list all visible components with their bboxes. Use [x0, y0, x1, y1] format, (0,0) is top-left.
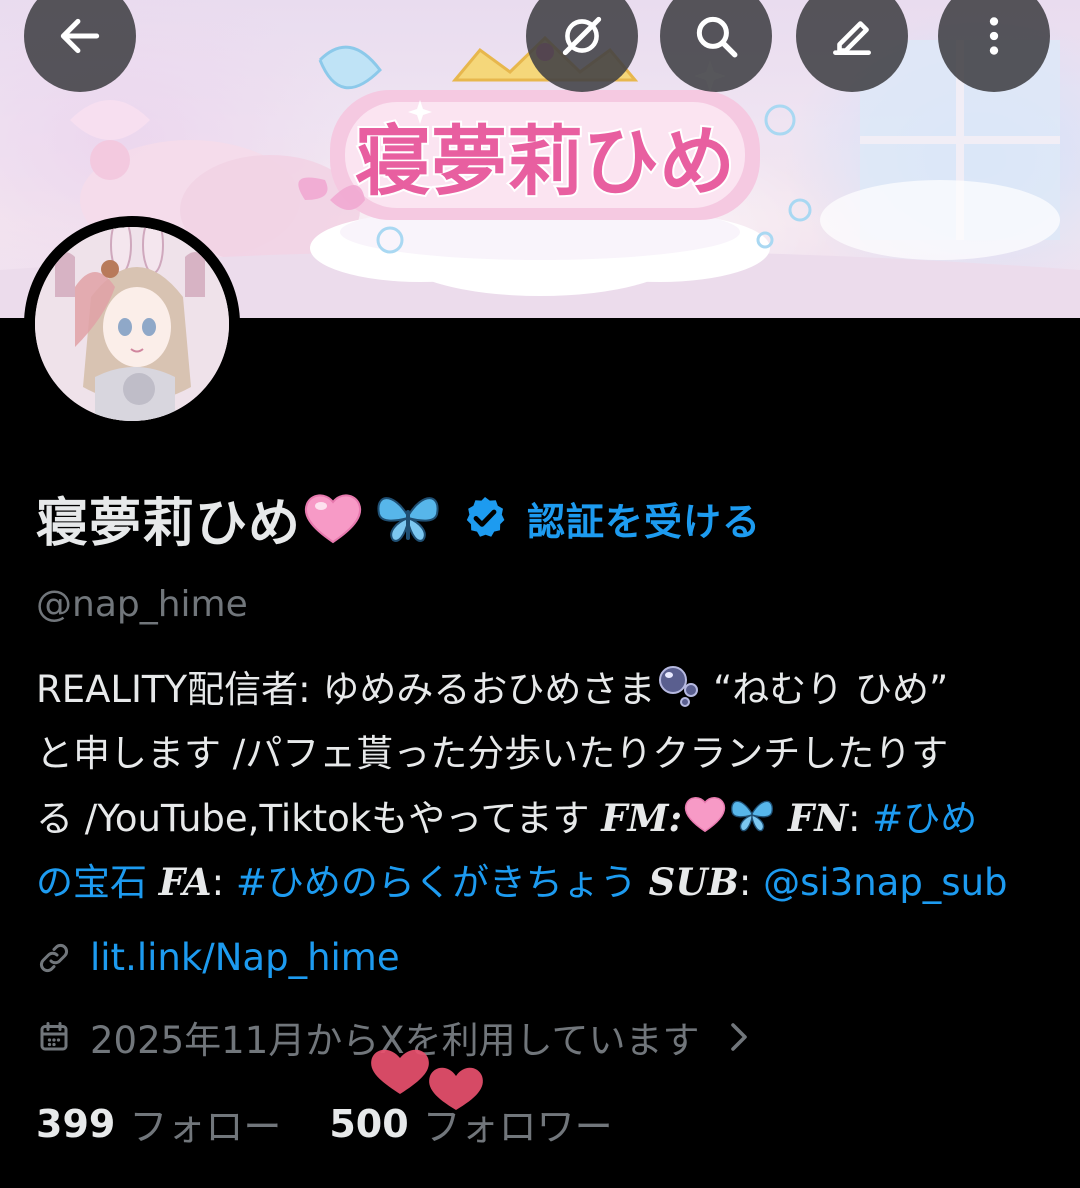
follow-stats: 399 フォロー 500 フォロワー — [36, 1096, 613, 1151]
mention-link[interactable]: @si3nap_sub — [763, 861, 1007, 904]
following-label: フォロー — [129, 1105, 282, 1149]
fm-colon: : — [668, 796, 683, 840]
more-vertical-icon — [989, 17, 999, 55]
display-name: 寝夢莉ひめ — [36, 493, 302, 554]
bubbles-icon — [659, 666, 699, 707]
following-stat[interactable]: 399 フォロー — [36, 1096, 281, 1151]
butterfly-icon — [377, 497, 439, 542]
butterfly-icon — [731, 800, 774, 832]
fn-colon: : — [848, 797, 861, 840]
profile-bio: REALITY配信者: ゆめみるおひめさま “ねむり ひめ” と申します /パフ… — [36, 658, 1046, 914]
fa-label: FA — [158, 860, 212, 904]
grok-slash-icon — [562, 16, 602, 56]
calendar-icon — [40, 1022, 68, 1051]
followers-label: フォロワー — [422, 1105, 613, 1149]
arrow-left-icon — [60, 18, 100, 54]
pencil-icon — [833, 21, 871, 55]
banner-logo-text: 寝夢莉ひめ — [355, 117, 735, 206]
chevron-right-icon — [731, 1023, 748, 1051]
following-count: 399 — [36, 1101, 116, 1146]
avatar-image — [35, 227, 229, 421]
name-row: 寝夢莉ひめ 認証を受ける — [36, 478, 761, 558]
fm-label: FM — [601, 796, 669, 840]
avatar[interactable] — [24, 216, 240, 432]
profile-page: 寝夢莉ひめ 寝夢莉ひめ 認証を受ける @nap_hime REALITY配信者:… — [0, 0, 1080, 1188]
pink-heart-icon — [305, 494, 362, 544]
get-verified-label[interactable]: 認証を受ける — [527, 491, 761, 546]
fn-label: FN — [787, 796, 849, 840]
bio-line-2: と申します /パフェ貰った分歩いたりクランチしたりす — [36, 732, 949, 775]
bio-line-3: る /YouTube,Tiktokもやってます FM: FN: #ひめ — [36, 786, 1046, 850]
bio-line-1: REALITY配信者: ゆめみるおひめさま “ねむり ひめ” — [36, 658, 1046, 722]
hashtag-link[interactable]: の宝石 — [36, 861, 147, 904]
bio-line-4: の宝石 FA: #ひめのらくがきちょう SUB: @si3nap_sub — [36, 850, 1046, 914]
pink-heart-icon — [685, 797, 726, 833]
search-icon — [696, 16, 738, 58]
bio-text: “ねむり ひめ” — [701, 668, 949, 711]
bio-text: る /YouTube,Tiktokもやってます — [36, 797, 602, 840]
followers-count: 500 — [329, 1101, 409, 1146]
verified-badge-icon — [466, 497, 505, 537]
website-link[interactable]: lit.link/Nap_hime — [90, 936, 400, 979]
profile-handle: @nap_hime — [36, 584, 248, 625]
bio-text: REALITY配信者: ゆめみるおひめさま — [36, 668, 656, 711]
sub-colon: : — [738, 861, 752, 904]
hashtag-link[interactable]: #ひめ — [872, 797, 977, 840]
fa-colon: : — [211, 861, 225, 904]
link-icon — [40, 943, 68, 972]
followers-stat[interactable]: 500 フォロワー — [329, 1096, 612, 1151]
sub-label: SUB — [648, 860, 739, 904]
get-verified-link[interactable]: 認証を受ける — [461, 491, 761, 546]
website-row: lit.link/Nap_hime — [36, 936, 400, 979]
hashtag-link[interactable]: #ひめのらくがきちょう — [236, 861, 637, 904]
